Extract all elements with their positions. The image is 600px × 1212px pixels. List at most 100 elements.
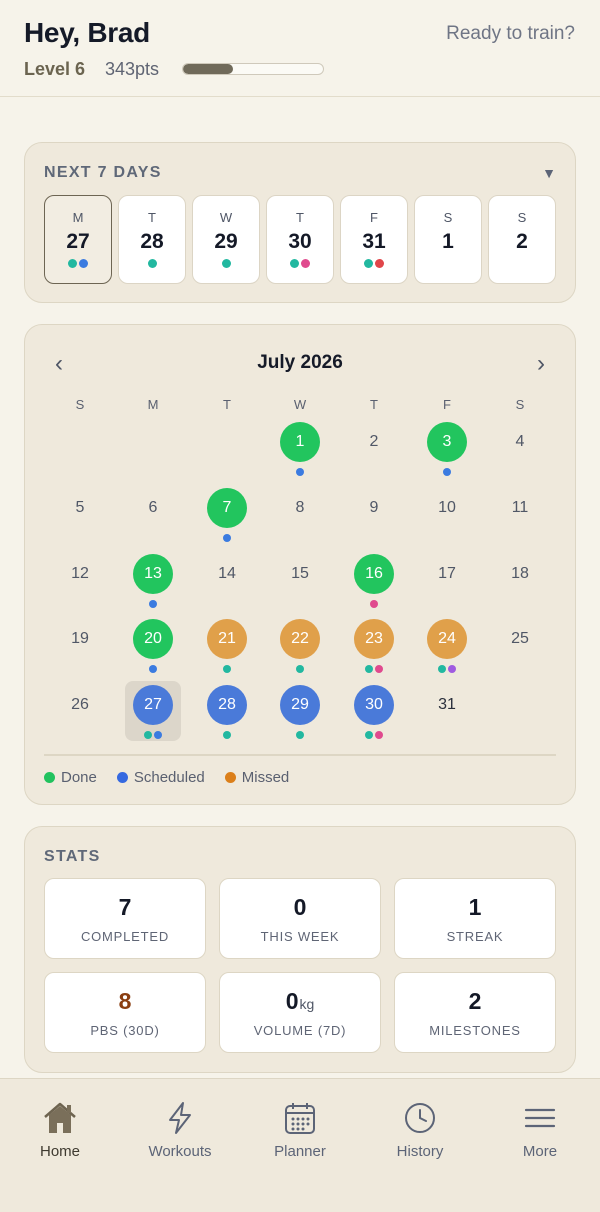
tab-history[interactable]: History bbox=[370, 1101, 470, 1160]
calendar-day[interactable]: 26 bbox=[52, 681, 108, 741]
day-number: 1 bbox=[280, 422, 320, 462]
workout-dot bbox=[365, 731, 373, 739]
day-letter: S bbox=[517, 210, 527, 225]
calendar-day[interactable]: 11 bbox=[492, 484, 548, 544]
chevron-right-icon[interactable]: › bbox=[537, 350, 545, 378]
day-number: 10 bbox=[438, 499, 456, 516]
workout-dot bbox=[370, 600, 378, 608]
tab-more[interactable]: More bbox=[490, 1101, 590, 1160]
weekday-label: M bbox=[147, 397, 159, 412]
stat-value: 8 bbox=[45, 988, 205, 1015]
stat-label: COMPLETED bbox=[80, 929, 170, 944]
day-number: 28 bbox=[207, 685, 247, 725]
day-tile[interactable]: M 27 bbox=[44, 195, 112, 284]
day-tile[interactable]: F 31 bbox=[340, 195, 408, 284]
day-number: 19 bbox=[71, 630, 89, 647]
calendar-day[interactable]: 19 bbox=[52, 615, 108, 675]
workout-dot bbox=[223, 731, 231, 739]
day-number: 31 bbox=[362, 230, 386, 253]
calendar-day[interactable]: 25 bbox=[492, 615, 548, 675]
calendar-icon bbox=[250, 1101, 350, 1135]
workout-dot bbox=[144, 731, 152, 739]
workout-dot bbox=[296, 731, 304, 739]
caret-down-icon[interactable]: ▼ bbox=[542, 165, 556, 181]
calendar-day[interactable]: 27 bbox=[125, 681, 181, 741]
day-tile[interactable]: S2 bbox=[488, 195, 556, 284]
weekday-label: T bbox=[223, 397, 231, 412]
stat-label: STREAK bbox=[446, 929, 504, 944]
day-tile[interactable]: T 30 bbox=[266, 195, 334, 284]
tab-workouts[interactable]: Workouts bbox=[130, 1101, 230, 1160]
day-letter: T bbox=[296, 210, 304, 225]
day-number: 14 bbox=[218, 565, 236, 582]
stat-value: 0kg bbox=[220, 988, 380, 1015]
calendar-day[interactable]: 12 bbox=[52, 550, 108, 610]
tab-home[interactable]: Home bbox=[10, 1101, 110, 1160]
calendar-day[interactable]: 18 bbox=[492, 550, 548, 610]
workout-dot bbox=[154, 731, 162, 739]
workout-dot bbox=[223, 665, 231, 673]
workout-dot bbox=[375, 665, 383, 673]
weekday-label: T bbox=[370, 397, 378, 412]
legend-label: Done bbox=[61, 769, 97, 786]
level-progress-fill bbox=[183, 64, 234, 74]
workout-dots bbox=[193, 259, 259, 268]
workout-dots bbox=[419, 665, 475, 673]
calendar-day[interactable]: 13 bbox=[125, 550, 181, 610]
stat-tile: 8 PBS (30D) bbox=[44, 972, 206, 1053]
calendar-day[interactable]: 10 bbox=[419, 484, 475, 544]
next-7-days-title: NEXT 7 DAYS bbox=[44, 164, 162, 181]
tab-label: Workouts bbox=[148, 1143, 212, 1160]
calendar-day[interactable]: 17 bbox=[419, 550, 475, 610]
level-label: Level 6 bbox=[24, 59, 86, 79]
calendar-day[interactable]: 5 bbox=[52, 484, 108, 544]
workout-dot bbox=[438, 665, 446, 673]
calendar-day[interactable]: 16 bbox=[346, 550, 402, 610]
day-number: 16 bbox=[354, 554, 394, 594]
legend-item: Done bbox=[44, 769, 97, 786]
workout-dots bbox=[199, 665, 255, 673]
calendar-day[interactable]: 2 bbox=[346, 418, 402, 478]
calendar-day[interactable]: 23 bbox=[346, 615, 402, 675]
weekday-label: F bbox=[443, 397, 451, 412]
calendar-day[interactable]: 14 bbox=[199, 550, 255, 610]
calendar-day[interactable]: 31 bbox=[419, 681, 475, 741]
legend-dot bbox=[116, 772, 128, 783]
calendar-day[interactable]: 22 bbox=[272, 615, 328, 675]
calendar-day[interactable]: 3 bbox=[419, 418, 475, 478]
day-tile[interactable]: T 28 bbox=[118, 195, 186, 284]
calendar-day[interactable]: 8 bbox=[272, 484, 328, 544]
day-number: 30 bbox=[354, 685, 394, 725]
workout-dots bbox=[272, 731, 328, 739]
day-letter: F bbox=[370, 210, 378, 225]
stat-unit: kg bbox=[299, 996, 315, 1012]
home-icon bbox=[10, 1101, 110, 1135]
calendar-day[interactable]: 7 bbox=[199, 484, 255, 544]
calendar-day[interactable]: 6 bbox=[125, 484, 181, 544]
tab-planner[interactable]: Planner bbox=[250, 1101, 350, 1160]
day-tile[interactable]: W 29 bbox=[192, 195, 260, 284]
day-strip: M 27 T 28 W 29 T 30 F 31 S 1 S 2 bbox=[44, 195, 556, 284]
day-tile[interactable]: S1 bbox=[414, 195, 482, 284]
points-label: 343pts bbox=[105, 59, 160, 79]
stat-label: PBS (30D) bbox=[90, 1023, 160, 1038]
workout-dot bbox=[365, 665, 373, 673]
calendar-day[interactable]: 24 bbox=[419, 615, 475, 675]
calendar-day[interactable]: 9 bbox=[346, 484, 402, 544]
stat-value: 2 bbox=[395, 988, 555, 1015]
calendar-day[interactable]: 30 bbox=[346, 681, 402, 741]
stat-number: 7 bbox=[118, 894, 132, 920]
day-number: 29 bbox=[280, 685, 320, 725]
day-number: 5 bbox=[75, 499, 85, 516]
calendar-day[interactable]: 15 bbox=[272, 550, 328, 610]
calendar-day[interactable]: 1 bbox=[272, 418, 328, 478]
workout-dot bbox=[364, 259, 373, 268]
calendar-day[interactable]: 20 bbox=[125, 615, 181, 675]
day-number: 21 bbox=[207, 619, 247, 659]
calendar-day[interactable]: 28 bbox=[199, 681, 255, 741]
calendar-day[interactable]: 21 bbox=[199, 615, 255, 675]
calendar-day[interactable]: 4 bbox=[492, 418, 548, 478]
day-number: 2 bbox=[369, 433, 379, 450]
calendar-day[interactable]: 29 bbox=[272, 681, 328, 741]
next-7-days-card: NEXT 7 DAYS ▼ M 27 T 28 W 29 T 30 F 31 S 1 S 2 bbox=[24, 142, 576, 303]
